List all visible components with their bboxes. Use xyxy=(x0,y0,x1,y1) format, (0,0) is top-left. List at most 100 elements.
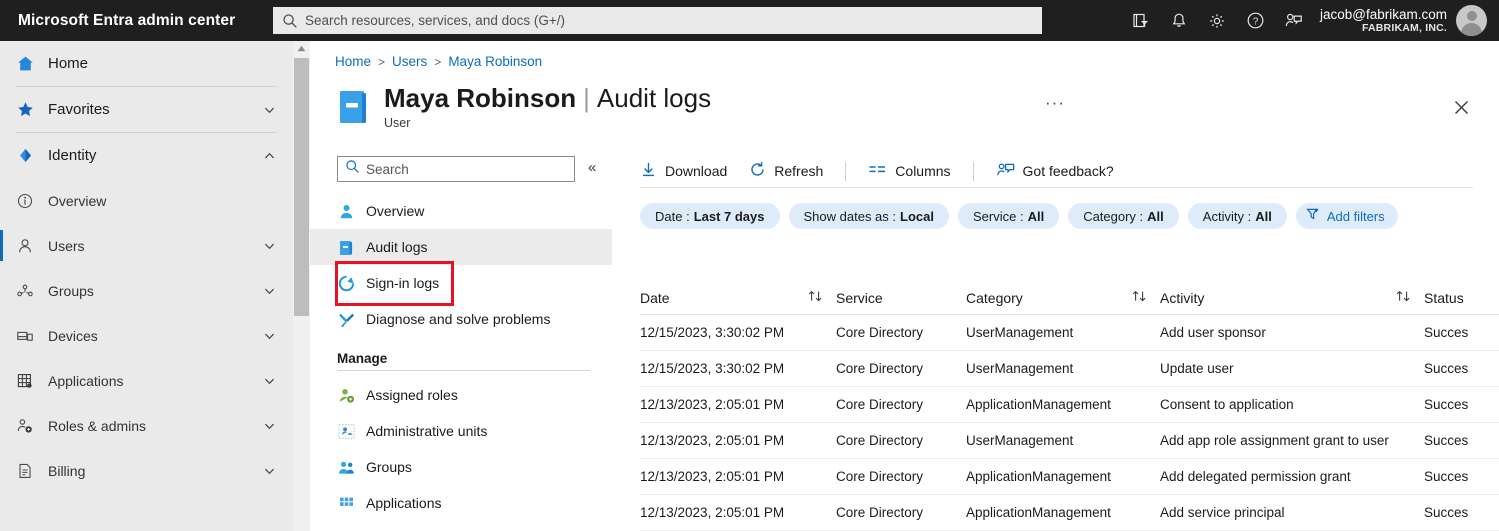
sidebar-scrollbar[interactable] xyxy=(293,41,310,531)
content-area: Home > Users > Maya Robinson Maya Robins… xyxy=(310,41,1499,531)
chevron-down-icon[interactable] xyxy=(263,374,276,387)
column-header-activity[interactable]: Activity xyxy=(1160,289,1424,306)
column-header-date[interactable]: Date xyxy=(640,289,836,306)
table-row[interactable]: 12/15/2023, 3:30:02 PM Core Directory Us… xyxy=(640,315,1499,351)
blade-label-overview: Overview xyxy=(366,203,425,219)
administrative-units-icon xyxy=(337,423,355,440)
refresh-button[interactable]: Refresh xyxy=(749,161,823,181)
blade-item-groups[interactable]: Groups xyxy=(310,449,612,485)
sidebar-item-devices[interactable]: Devices xyxy=(0,313,293,358)
cell-activity: Update user xyxy=(1160,361,1234,376)
sidebar-item-home[interactable]: Home xyxy=(0,41,293,86)
sort-icon[interactable] xyxy=(1131,289,1148,306)
blade-search-input[interactable]: Search xyxy=(337,156,575,182)
settings-gear-icon[interactable] xyxy=(1198,0,1236,41)
sidebar-item-overview[interactable]: Overview xyxy=(0,178,293,223)
filter-pill-category[interactable]: Category : All xyxy=(1068,203,1179,229)
directories-filter-icon[interactable] xyxy=(1122,0,1160,41)
column-header-status[interactable]: Status xyxy=(1424,290,1499,306)
sidebar-item-identity[interactable]: Identity xyxy=(0,133,293,178)
got-feedback-button[interactable]: Got feedback? xyxy=(996,161,1114,181)
page-title-primary: Maya Robinson xyxy=(384,83,577,113)
blade-item-diagnose-and-solve-problems[interactable]: Diagnose and solve problems xyxy=(310,301,612,337)
notifications-bell-icon[interactable] xyxy=(1160,0,1198,41)
close-blade-button[interactable] xyxy=(1448,94,1474,120)
groups-people-icon xyxy=(337,459,355,476)
blade-item-administrative-units[interactable]: Administrative units xyxy=(310,413,612,449)
breadcrumb-item-maya-robinson[interactable]: Maya Robinson xyxy=(448,54,542,69)
breadcrumb-item-users[interactable]: Users xyxy=(392,54,427,69)
chevron-down-icon[interactable] xyxy=(263,419,276,432)
help-question-icon[interactable]: ? xyxy=(1236,0,1274,41)
breadcrumb-item-home[interactable]: Home xyxy=(335,54,371,69)
collapse-blade-menu-button[interactable]: « xyxy=(588,159,596,176)
avatar[interactable] xyxy=(1456,5,1487,36)
table-row[interactable]: 12/15/2023, 3:30:02 PM Core Directory Us… xyxy=(640,351,1499,387)
sort-icon[interactable] xyxy=(1395,289,1412,306)
table-row[interactable]: 12/13/2023, 2:05:01 PM Core Directory Ap… xyxy=(640,387,1499,423)
user-icon xyxy=(14,237,36,255)
sidebar-item-favorites[interactable]: Favorites xyxy=(0,87,293,132)
refresh-icon xyxy=(749,161,766,181)
column-header-service[interactable]: Service xyxy=(836,290,966,306)
cell-category: ApplicationManagement xyxy=(966,397,1111,412)
blade-item-audit-logs[interactable]: Audit logs xyxy=(310,229,612,265)
chevron-down-icon[interactable] xyxy=(263,284,276,297)
sidebar-item-roles-admins[interactable]: Roles & admins xyxy=(0,403,293,448)
filter-pill-show-dates-as[interactable]: Show dates as : Local xyxy=(788,203,949,229)
sidebar-label-billing: Billing xyxy=(48,462,86,479)
account-menu[interactable]: jacob@fabrikam.com FABRIKAM, INC. xyxy=(1320,5,1487,36)
columns-label: Columns xyxy=(895,163,951,179)
chevron-down-icon[interactable] xyxy=(263,103,276,116)
blade-item-assigned-roles[interactable]: Assigned roles xyxy=(310,377,612,413)
roles-admins-icon xyxy=(14,417,36,435)
sidebar-label-users: Users xyxy=(48,237,85,254)
page-title-divider: | xyxy=(583,83,590,113)
cell-activity: Add app role assignment grant to user xyxy=(1160,433,1389,448)
add-filters-button[interactable]: Add filters xyxy=(1295,203,1398,229)
cell-date: 12/13/2023, 2:05:01 PM xyxy=(640,397,785,412)
table-row[interactable]: 12/13/2023, 2:05:01 PM Core Directory Us… xyxy=(640,423,1499,459)
scroll-up-arrow-icon[interactable] xyxy=(293,41,310,56)
sidebar-item-applications[interactable]: Applications xyxy=(0,358,293,403)
chevron-down-icon[interactable] xyxy=(263,464,276,477)
columns-button[interactable]: Columns xyxy=(868,161,951,181)
download-button[interactable]: Download xyxy=(640,161,727,181)
chevron-down-icon[interactable] xyxy=(263,329,276,342)
feedback-person-icon xyxy=(996,161,1015,181)
chevron-up-icon[interactable] xyxy=(263,149,276,162)
chevron-down-icon[interactable] xyxy=(263,239,276,252)
table-row[interactable]: 12/13/2023, 2:05:01 PM Core Directory Ap… xyxy=(640,459,1499,495)
blade-item-sign-in-logs[interactable]: Sign-in logs xyxy=(310,265,612,301)
audit-logs-table: Date Service Category Activity Status 12… xyxy=(640,281,1499,531)
sidebar-item-groups[interactable]: Groups xyxy=(0,268,293,313)
breadcrumb: Home > Users > Maya Robinson xyxy=(335,54,542,69)
info-circle-icon xyxy=(14,192,36,210)
sidebar-label-identity: Identity xyxy=(48,147,97,164)
blade-item-applications[interactable]: Applications xyxy=(310,485,612,521)
columns-icon xyxy=(868,161,887,181)
audit-logs-book-icon xyxy=(337,239,355,256)
table-row[interactable]: 12/13/2023, 2:05:01 PM Core Directory Ap… xyxy=(640,495,1499,531)
cell-status: Succes xyxy=(1424,433,1469,448)
feedback-person-icon[interactable] xyxy=(1274,0,1312,41)
cell-activity: Add delegated permission grant xyxy=(1160,469,1351,484)
sidebar-scrollbar-thumb[interactable] xyxy=(294,58,309,316)
more-options-button[interactable]: ··· xyxy=(1045,93,1065,113)
column-header-category[interactable]: Category xyxy=(966,289,1160,306)
download-label: Download xyxy=(665,163,728,179)
sidebar-item-billing[interactable]: Billing xyxy=(0,448,293,493)
toolbar-divider xyxy=(972,161,974,181)
filter-pill-activity[interactable]: Activity : All xyxy=(1187,203,1287,229)
sort-icon[interactable] xyxy=(807,289,824,306)
global-search-input[interactable]: Search resources, services, and docs (G+… xyxy=(273,7,1042,34)
global-search-placeholder: Search resources, services, and docs (G+… xyxy=(305,13,565,28)
sidebar-item-users[interactable]: Users xyxy=(0,223,293,268)
groups-icon xyxy=(14,282,36,300)
filter-value-show-dates-as: Local xyxy=(900,208,934,224)
blade-item-overview[interactable]: Overview xyxy=(310,193,612,229)
column-label-date: Date xyxy=(640,289,670,306)
filter-pill-date[interactable]: Date : Last 7 days xyxy=(640,203,780,229)
filter-pill-service[interactable]: Service : All xyxy=(957,203,1060,229)
search-icon xyxy=(282,13,298,29)
